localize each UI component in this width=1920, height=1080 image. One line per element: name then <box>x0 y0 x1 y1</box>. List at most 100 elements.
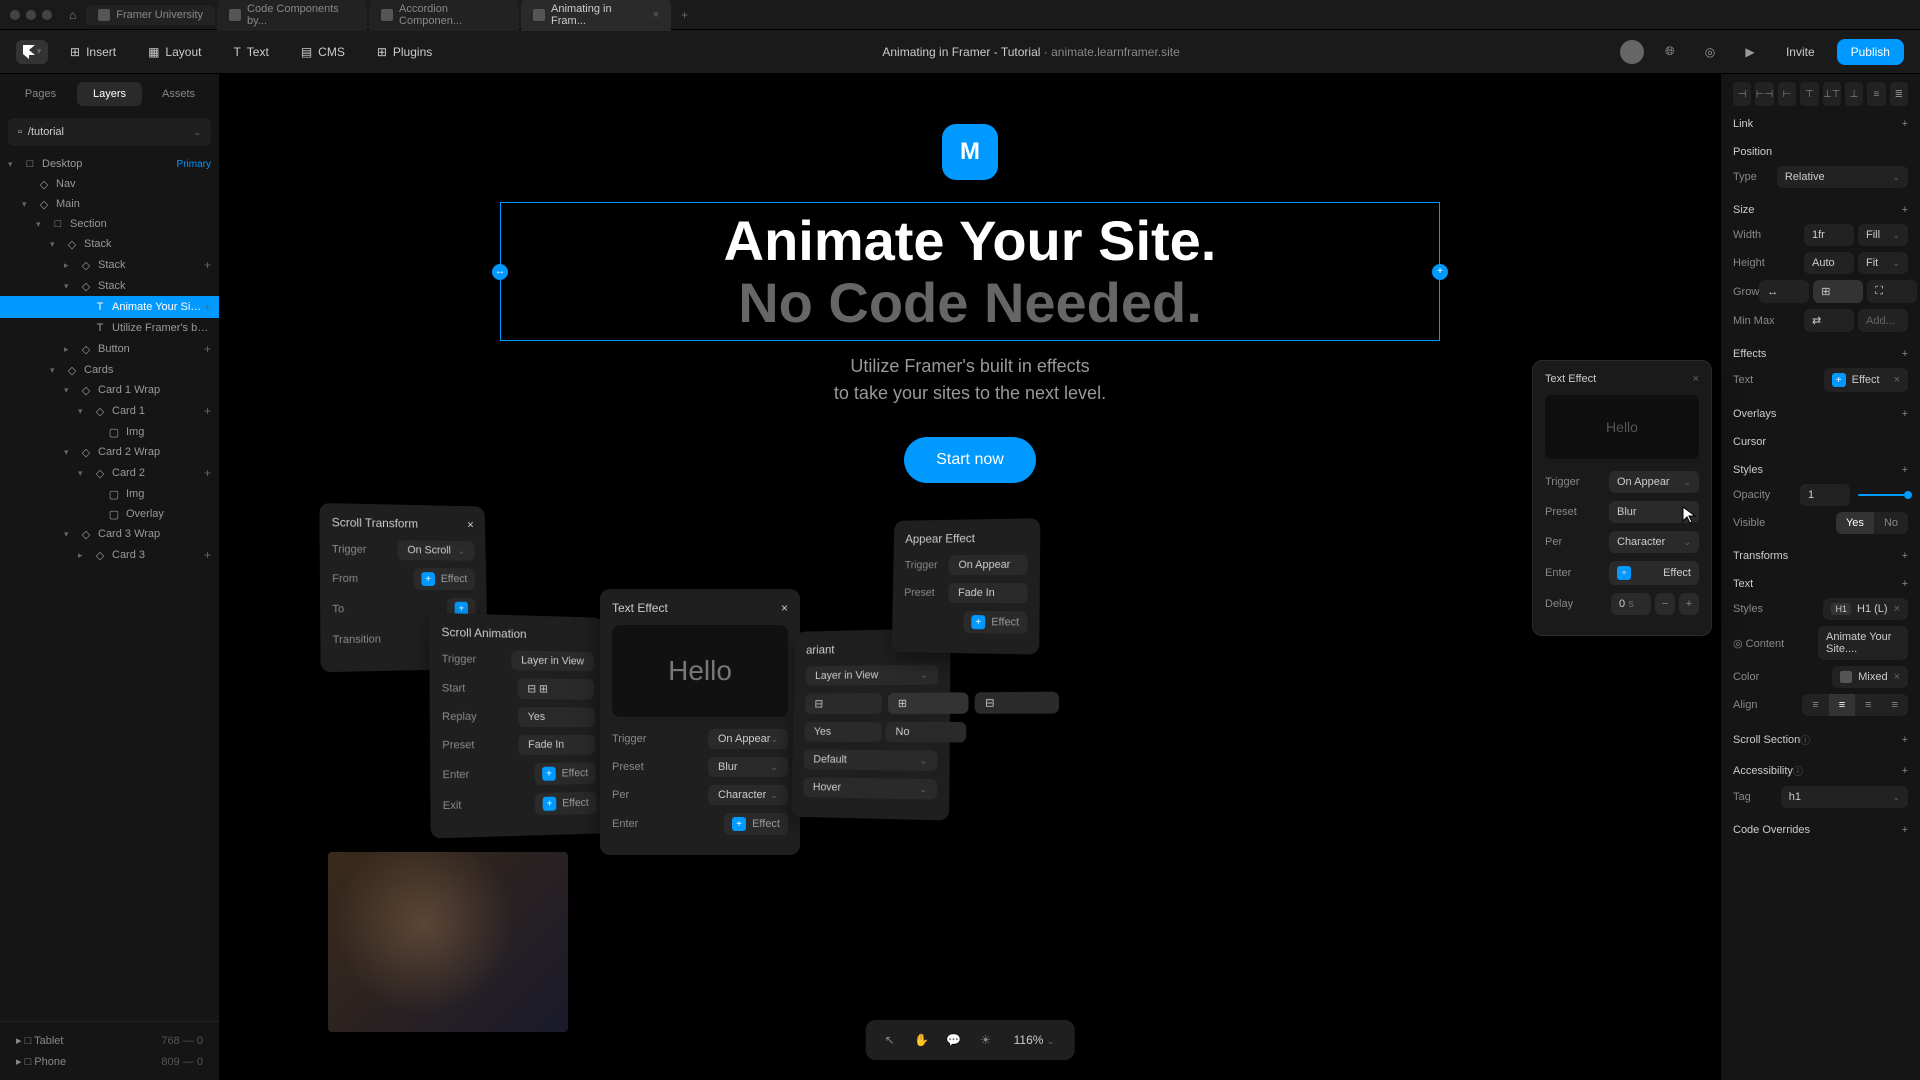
publish-button[interactable]: Publish <box>1837 39 1904 65</box>
selection-handle-right[interactable]: + <box>1432 264 1448 280</box>
align-left[interactable]: ⊣ <box>1733 82 1751 106</box>
layout-button[interactable]: ▦Layout <box>138 39 211 65</box>
tab-2[interactable]: Accordion Componen... <box>369 0 519 31</box>
play-icon[interactable]: ▶ <box>1736 38 1764 66</box>
zoom-level[interactable]: 116% ⌄ <box>1006 1033 1063 1047</box>
insert-button[interactable]: ⊞Insert <box>60 39 126 65</box>
add-scroll[interactable]: + <box>1902 734 1908 746</box>
text-button[interactable]: TText <box>223 39 278 65</box>
distribute-h[interactable]: ≡ <box>1867 82 1885 106</box>
layer-row[interactable]: ◇Nav <box>0 174 219 194</box>
add-style[interactable]: + <box>1902 464 1908 476</box>
layer-row[interactable]: ▸◇Button+ <box>0 338 219 360</box>
layer-row[interactable]: ▢Overlay <box>0 504 219 524</box>
hero-heading[interactable]: Animate Your Site. No Code Needed. <box>520 210 1420 333</box>
invite-button[interactable]: Invite <box>1776 39 1825 65</box>
layer-row[interactable]: ▾◇Card 2+ <box>0 462 219 484</box>
breadcrumb[interactable]: ▫/tutorial ⌄ <box>8 118 211 146</box>
add-link[interactable]: + <box>1902 118 1908 130</box>
add-overlay[interactable]: + <box>1902 408 1908 420</box>
grow-v[interactable]: ⊞ <box>1813 280 1863 303</box>
avatar[interactable] <box>1620 40 1644 64</box>
add-override[interactable]: + <box>1902 824 1908 836</box>
trigger-select[interactable]: On Appear⌄ <box>1609 471 1699 493</box>
layer-row[interactable]: ▾◇Main <box>0 194 219 214</box>
align-bottom[interactable]: ⊥ <box>1845 82 1863 106</box>
layer-row[interactable]: ▢Img <box>0 484 219 504</box>
align-top[interactable]: ⊤ <box>1800 82 1818 106</box>
close-icon[interactable]: × <box>653 9 659 21</box>
opacity-input[interactable]: 1 <box>1800 484 1850 506</box>
selection-handle-left[interactable]: ↔ <box>492 264 508 280</box>
add-a11y[interactable]: + <box>1902 765 1908 777</box>
tab-layers[interactable]: Layers <box>77 82 142 106</box>
opacity-slider[interactable] <box>1858 494 1908 496</box>
delay-increase[interactable]: + <box>1679 593 1699 615</box>
text-style-select[interactable]: H1H1 (L)× <box>1823 598 1908 620</box>
start-now-button[interactable]: Start now <box>904 437 1036 483</box>
close-icon[interactable]: × <box>1693 373 1699 385</box>
framer-logo[interactable]: ▾ <box>16 40 48 64</box>
layer-row[interactable]: ▾□DesktopPrimary <box>0 154 219 174</box>
align-center-v[interactable]: ⊥⊤ <box>1823 82 1841 106</box>
breakpoint-tablet[interactable]: ▸ □ Tablet768 — 0 <box>8 1030 211 1051</box>
layer-row[interactable]: TUtilize Framer's buil... <box>0 318 219 338</box>
add-text[interactable]: + <box>1902 578 1908 590</box>
home-icon[interactable]: ⌂ <box>69 8 76 22</box>
plugins-button[interactable]: ⊞Plugins <box>367 39 442 65</box>
layer-row[interactable]: TAnimate Your Site...+ <box>0 296 219 318</box>
content-input[interactable]: Animate Your Site.... <box>1818 626 1908 660</box>
layer-row[interactable]: ▸◇Card 3+ <box>0 544 219 566</box>
comment-tool[interactable]: 💬 <box>942 1028 966 1052</box>
layer-row[interactable]: ▾◇Cards <box>0 360 219 380</box>
color-input[interactable]: Mixed× <box>1832 666 1908 688</box>
target-icon[interactable]: ◎ <box>1696 38 1724 66</box>
delay-decrease[interactable]: − <box>1655 593 1675 615</box>
canvas[interactable]: M ↔ + Animate Your Site. No Code Needed.… <box>220 74 1720 1080</box>
tab-assets[interactable]: Assets <box>146 82 211 106</box>
globe-icon[interactable]: 🌐︎ <box>1656 38 1684 66</box>
layer-row[interactable]: ▾◇Card 3 Wrap <box>0 524 219 544</box>
close-icon[interactable]: × <box>467 518 474 532</box>
text-align[interactable]: ≡≡≡≡ <box>1802 694 1908 716</box>
visible-toggle[interactable]: YesNo <box>1836 512 1908 534</box>
grow-both[interactable]: ⛶ <box>1867 280 1917 303</box>
add-transform[interactable]: + <box>1902 550 1908 562</box>
width-input[interactable]: 1fr <box>1804 224 1854 246</box>
close-icon[interactable]: × <box>781 601 788 615</box>
text-effect-tag[interactable]: +Effect× <box>1824 368 1908 392</box>
tab-pages[interactable]: Pages <box>8 82 73 106</box>
enter-effect[interactable]: +Effect <box>1609 561 1699 585</box>
distribute-v[interactable]: ≣ <box>1890 82 1908 106</box>
position-type-select[interactable]: Relative⌄ <box>1777 166 1908 188</box>
add-effect[interactable]: + <box>1902 348 1908 360</box>
add-size[interactable]: + <box>1902 204 1908 216</box>
layer-row[interactable]: ▾◇Stack <box>0 276 219 296</box>
layer-row[interactable]: ▾◇Stack <box>0 234 219 254</box>
layer-row[interactable]: ▾◇Card 1+ <box>0 400 219 422</box>
window-controls[interactable] <box>10 10 52 20</box>
minmax-toggle[interactable]: ⇄ <box>1804 309 1854 332</box>
cursor-tool[interactable]: ↖ <box>878 1028 902 1052</box>
breakpoint-phone[interactable]: ▸ □ Phone809 — 0 <box>8 1051 211 1072</box>
new-tab-button[interactable]: + <box>673 8 696 22</box>
layer-row[interactable]: ▾◇Card 2 Wrap <box>0 442 219 462</box>
width-mode[interactable]: Fill⌄ <box>1858 224 1908 246</box>
tag-select[interactable]: h1⌄ <box>1781 786 1908 808</box>
minmax-add[interactable]: Add... <box>1858 309 1908 332</box>
height-mode[interactable]: Fit⌄ <box>1858 252 1908 274</box>
tab-1[interactable]: Code Components by... <box>217 0 367 31</box>
grow-h[interactable]: ↔ <box>1759 280 1809 303</box>
tab-0[interactable]: Framer University <box>86 5 215 25</box>
align-right[interactable]: ⊢ <box>1778 82 1796 106</box>
align-center-h[interactable]: ⊢⊣ <box>1755 82 1773 106</box>
height-input[interactable]: Auto <box>1804 252 1854 274</box>
hand-tool[interactable]: ✋ <box>910 1028 934 1052</box>
tab-3[interactable]: Animating in Fram...× <box>521 0 671 31</box>
layer-row[interactable]: ▢Img <box>0 422 219 442</box>
layer-row[interactable]: ▾◇Card 1 Wrap <box>0 380 219 400</box>
per-select[interactable]: Character⌄ <box>1609 531 1699 553</box>
delay-input[interactable]: 0 s <box>1611 593 1651 615</box>
layer-row[interactable]: ▸◇Stack+ <box>0 254 219 276</box>
layer-row[interactable]: ▾□Section <box>0 214 219 234</box>
